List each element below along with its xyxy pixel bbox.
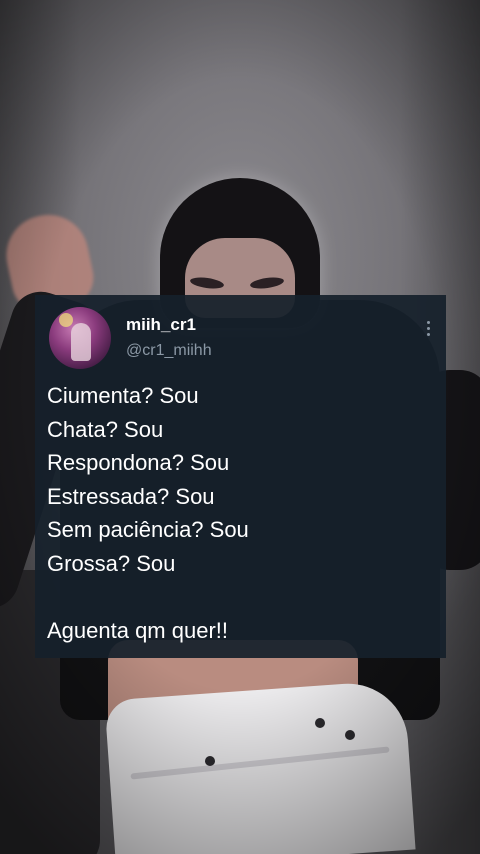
tweet-line: Chata? Sou <box>47 416 164 442</box>
more-vertical-icon[interactable] <box>420 315 436 341</box>
avatar-light <box>59 313 73 327</box>
tweet-line: Respondona? Sou <box>47 450 230 475</box>
avatar-figure <box>71 323 91 361</box>
tweet-line: Sem paciência? Sou <box>47 517 249 542</box>
tweet-line: Aguenta qm quer!! <box>47 617 229 643</box>
user-handle[interactable]: @cr1_miihh <box>126 342 212 360</box>
display-name[interactable]: miih_cr1 <box>126 315 196 335</box>
tweet-text: Ciumenta? Sou Chata? Sou Respondona? Sou… <box>47 379 434 647</box>
tweet-line: Estressada? Sou <box>47 483 215 509</box>
tweet-line: Grossa? Sou <box>47 550 176 576</box>
avatar[interactable] <box>49 307 111 369</box>
tweet-line: Ciumenta? Sou <box>47 383 199 408</box>
tweet-header: miih_cr1 @cr1_miihh <box>49 307 436 369</box>
tweet-card: miih_cr1 @cr1_miihh Ciumenta? Sou Chata?… <box>35 295 446 658</box>
